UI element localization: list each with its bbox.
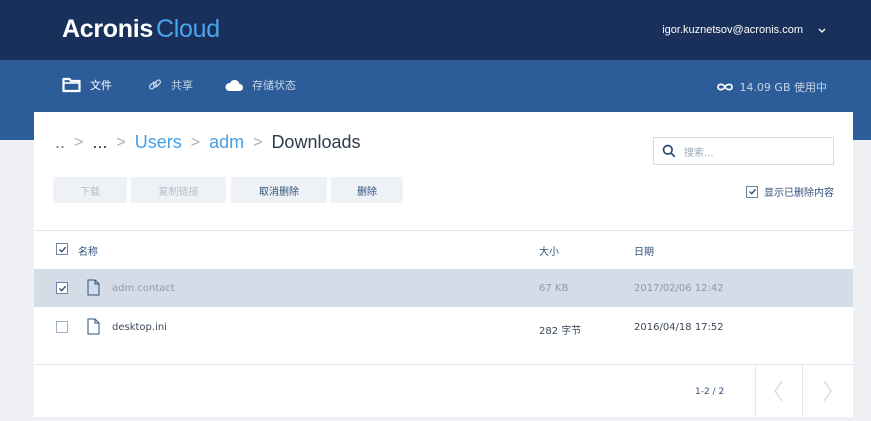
top-bar: Acronis Cloud igor.kuznetsov@acronis.com [0,0,871,60]
breadcrumb-separator: > [190,133,201,151]
file-size: 282 字节 [539,326,582,337]
account-email: igor.kuznetsov@acronis.com [662,24,803,36]
show-deleted-label: 显示已删除内容 [764,188,834,199]
file-date: 2016/04/18 17:52 [634,322,724,333]
nav-storage-status-label: 存储状态 [252,79,296,92]
divider [34,230,853,231]
breadcrumb-separator: > [116,133,126,151]
chevron-down-icon [817,25,827,35]
breadcrumb: .. > ... > Users > adm > Downloads [55,132,361,153]
nav-storage-status[interactable]: 存储状态 [224,77,296,93]
checkmark-icon [58,246,66,253]
breadcrumb-current: Downloads [271,132,361,152]
delete-button[interactable]: 删除 [331,177,403,203]
chevron-right-icon[interactable] [819,378,835,404]
storage-usage-text: 14.09 GB 使用中 [739,81,827,94]
file-name[interactable]: adm.contact [112,283,175,294]
checkmark-icon [748,188,756,195]
nav-share[interactable]: 共享 [147,77,193,93]
divider [802,365,803,417]
pagination-range: 1-2 / 2 [695,387,725,397]
breadcrumb-separator: > [74,133,84,151]
divider [34,364,853,365]
nav-files-label: 文件 [90,79,112,92]
show-deleted-checkbox[interactable] [746,185,758,198]
search-input[interactable]: 搜索... [653,137,834,165]
undelete-button[interactable]: 取消删除 [231,177,327,203]
breadcrumb-adm[interactable]: adm [209,132,244,153]
row-checkbox[interactable] [56,321,68,333]
checkmark-icon [58,285,66,292]
breadcrumb-ellipsis[interactable]: ... [92,132,107,153]
copy-link-button[interactable]: 复制链接 [131,177,226,203]
cloud-icon [225,79,243,91]
column-header-date[interactable]: 日期 [634,243,654,258]
file-icon [87,279,100,296]
chevron-left-icon[interactable] [771,378,787,404]
file-size: 67 KB [539,283,569,294]
nav-bar: 文件 共享 存储状态 14.09 GB 使用中 [0,60,871,112]
file-name[interactable]: desktop.ini [112,322,167,333]
divider [755,365,756,417]
folder-icon [62,77,81,93]
infinity-icon [717,83,734,91]
acronis-cloud-logo[interactable]: Acronis Cloud [62,15,220,44]
search-placeholder: 搜索... [684,147,714,159]
breadcrumb-users[interactable]: Users [135,132,182,153]
file-date: 2017/02/06 12:42 [634,283,724,294]
column-header-name[interactable]: 名称 [78,243,98,258]
column-header-size[interactable]: 大小 [539,243,559,258]
show-deleted-toggle[interactable]: 显示已删除内容 [746,184,834,199]
row-checkbox[interactable] [56,282,68,294]
breadcrumb-separator: > [253,133,263,151]
file-icon [87,318,100,335]
table-row[interactable]: desktop.ini 282 字节 2016/04/18 17:52 [34,308,853,346]
breadcrumb-parent[interactable]: .. [55,132,65,153]
account-menu[interactable]: igor.kuznetsov@acronis.com [662,24,827,36]
table-row[interactable]: adm.contact 67 KB 2017/02/06 12:42 [34,269,853,307]
nav-share-label: 共享 [171,79,193,92]
link-icon [148,79,162,90]
download-button[interactable]: 下载 [53,177,127,203]
select-all-checkbox[interactable] [56,243,68,255]
search-icon [662,144,676,158]
storage-usage: 14.09 GB 使用中 [716,79,827,95]
file-browser-panel: .. > ... > Users > adm > Downloads 搜索...… [34,112,853,417]
nav-files[interactable]: 文件 [62,77,112,93]
